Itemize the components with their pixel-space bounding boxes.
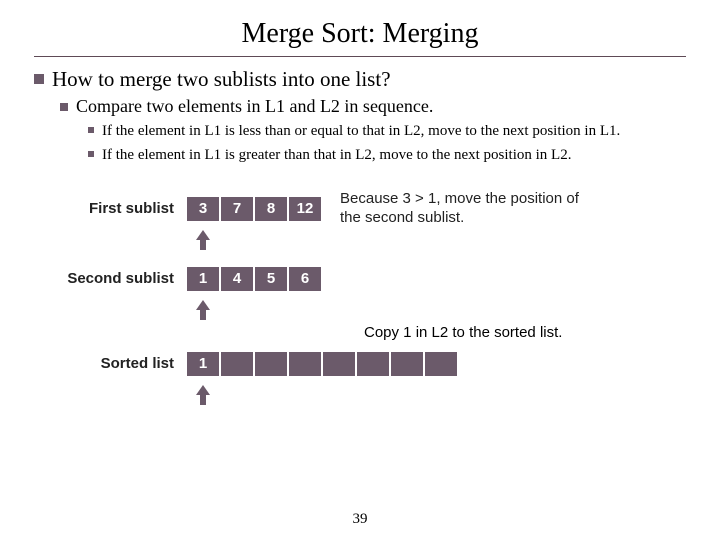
up-arrow-icon — [186, 385, 220, 405]
sorted-list-label: Sorted list — [34, 355, 186, 372]
title-rule — [34, 56, 686, 57]
array-cell — [220, 351, 254, 377]
first-sublist-row: First sublist 3 7 8 12 Because 3 > 1, mo… — [34, 194, 686, 224]
array-cell — [288, 351, 322, 377]
array-cell — [322, 351, 356, 377]
bullet-text: How to merge two sublists into one list? — [52, 67, 391, 92]
array-cell: 12 — [288, 196, 322, 222]
bullet-square-icon — [88, 151, 94, 157]
array-cell — [424, 351, 458, 377]
array-cell: 8 — [254, 196, 288, 222]
bullet-square-icon — [60, 103, 68, 111]
arrow-row-second — [34, 300, 686, 324]
up-arrow-icon — [186, 230, 220, 250]
array-cell — [356, 351, 390, 377]
first-sublist-label: First sublist — [34, 200, 186, 217]
bullet-text: If the element in L1 is greater than tha… — [102, 145, 571, 165]
bullet-square-icon — [34, 74, 44, 84]
bullet-square-icon — [88, 127, 94, 133]
array-cell — [390, 351, 424, 377]
second-sublist-row: Second sublist 1 4 5 6 — [34, 264, 686, 294]
page-number: 39 — [0, 511, 720, 528]
array-cell: 7 — [220, 196, 254, 222]
array-cell: 1 — [186, 266, 220, 292]
array-cell: 4 — [220, 266, 254, 292]
array-cell — [254, 351, 288, 377]
array-cell: 5 — [254, 266, 288, 292]
bullet-text: If the element in L1 is less than or equ… — [102, 121, 620, 141]
note-copy: Copy 1 in L2 to the sorted list. — [364, 324, 686, 341]
note-first: Because 3 > 1, move the position of the … — [340, 190, 590, 228]
sorted-list-row: Sorted list 1 — [34, 349, 686, 379]
arrow-row-sorted — [34, 385, 686, 409]
bullet-level-2: If the element in L1 is less than or equ… — [88, 121, 686, 141]
array-cell: 6 — [288, 266, 322, 292]
bullet-level-2: If the element in L1 is greater than tha… — [88, 145, 686, 165]
array-cell: 1 — [186, 351, 220, 377]
up-arrow-icon — [186, 300, 220, 320]
bullet-text: Compare two elements in L1 and L2 in seq… — [76, 96, 433, 117]
array-diagram: First sublist 3 7 8 12 Because 3 > 1, mo… — [34, 194, 686, 409]
array-cell: 3 — [186, 196, 220, 222]
second-sublist-label: Second sublist — [34, 270, 186, 287]
arrow-row-first — [34, 230, 686, 254]
bullet-level-1: Compare two elements in L1 and L2 in seq… — [60, 96, 686, 117]
bullet-level-0: How to merge two sublists into one list? — [34, 67, 686, 92]
slide-title: Merge Sort: Merging — [34, 18, 686, 50]
